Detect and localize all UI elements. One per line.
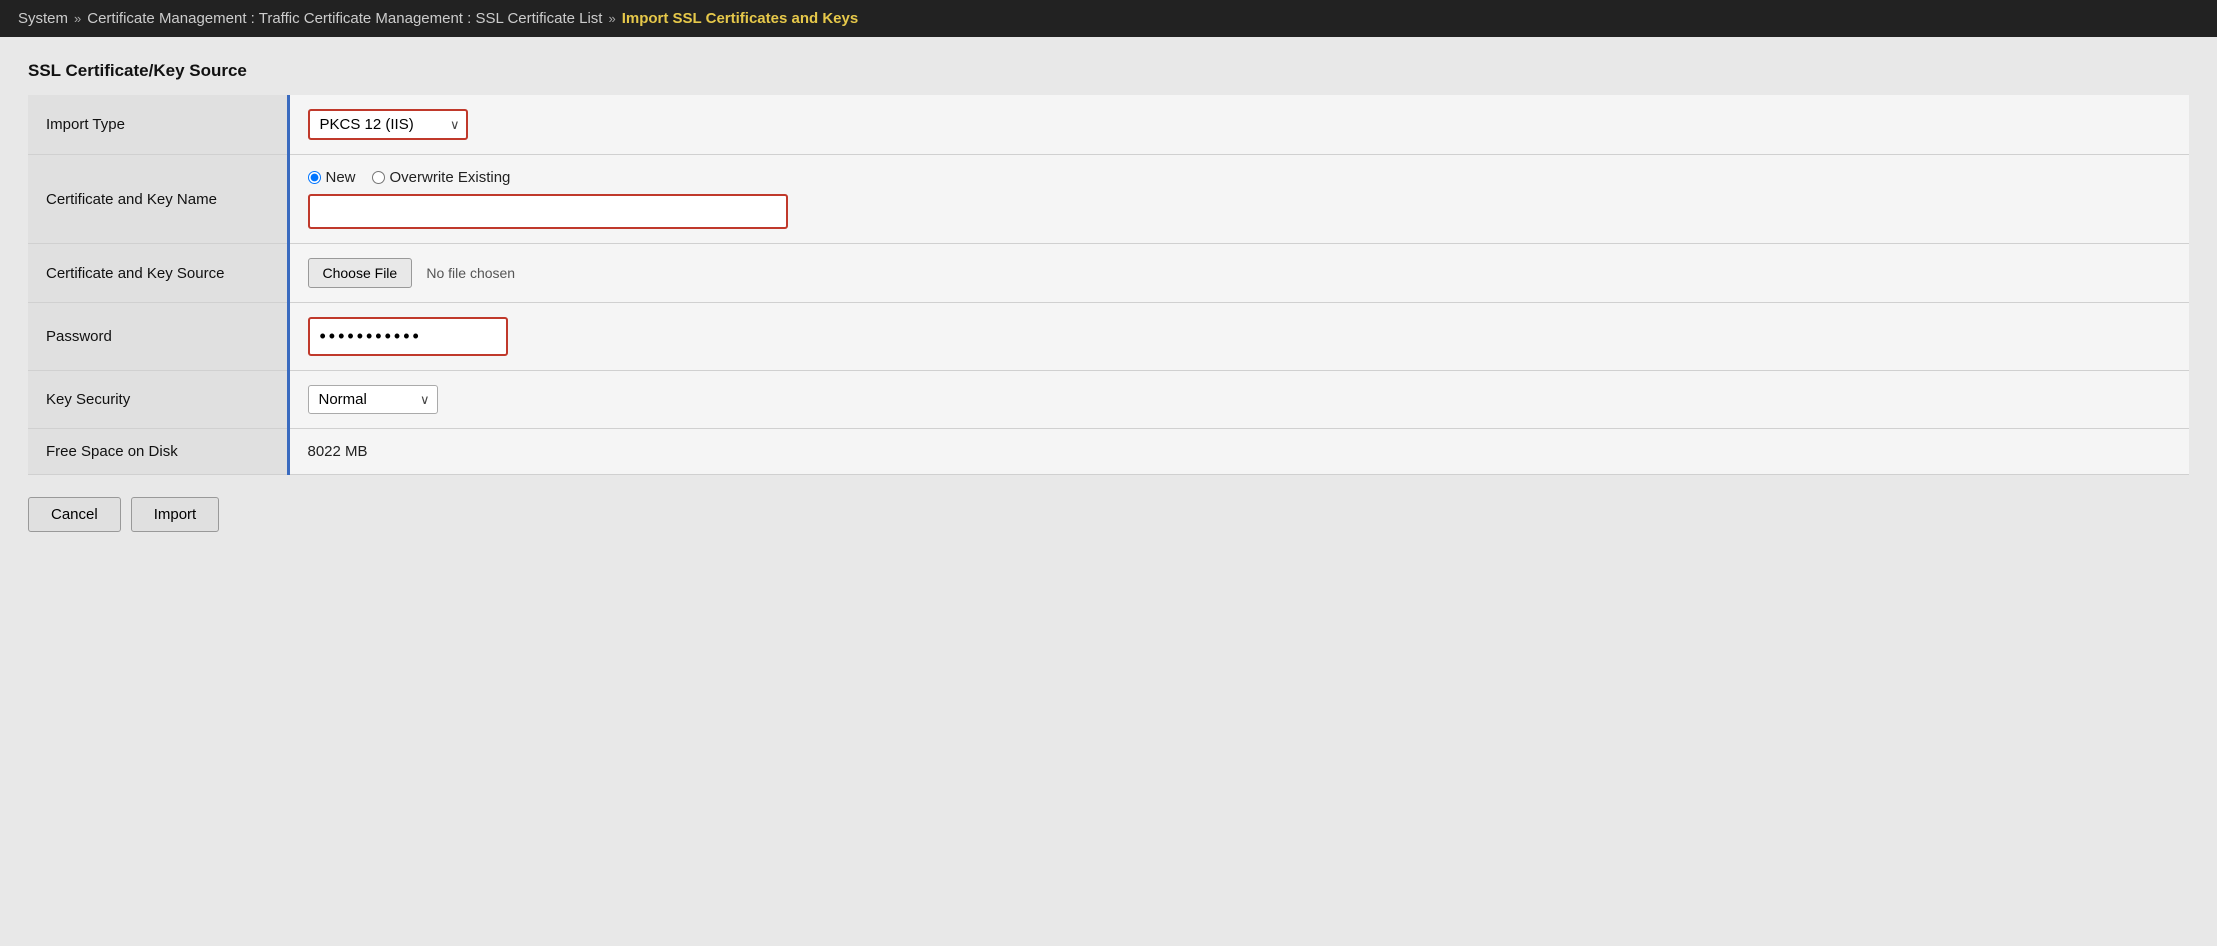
no-file-text: No file chosen	[426, 265, 515, 281]
radio-group: New Overwrite Existing	[308, 169, 2172, 186]
import-type-row: Import Type Regular PKCS 12 (IIS) PKCS 7	[28, 95, 2189, 155]
radio-new-text: New	[326, 169, 356, 186]
radio-new[interactable]	[308, 171, 321, 184]
import-type-select[interactable]: Regular PKCS 12 (IIS) PKCS 7	[308, 109, 468, 140]
import-type-label: Import Type	[28, 95, 288, 155]
form-table: Import Type Regular PKCS 12 (IIS) PKCS 7…	[28, 95, 2189, 475]
section-title: SSL Certificate/Key Source	[28, 61, 2189, 81]
cert-key-name-label: Certificate and Key Name	[28, 155, 288, 244]
key-security-select[interactable]: Normal High	[308, 385, 438, 414]
key-security-label: Key Security	[28, 371, 288, 429]
radio-overwrite-label[interactable]: Overwrite Existing	[372, 169, 511, 186]
breadcrumb-active: Import SSL Certificates and Keys	[622, 10, 858, 27]
breadcrumb-arrow1: »	[74, 11, 81, 26]
cert-key-source-value-cell: Choose File No file chosen	[288, 244, 2189, 303]
password-value-cell	[288, 303, 2189, 371]
main-content: SSL Certificate/Key Source Import Type R…	[0, 37, 2217, 552]
import-button[interactable]: Import	[131, 497, 220, 532]
choose-file-button[interactable]: Choose File	[308, 258, 413, 288]
cert-key-source-label: Certificate and Key Source	[28, 244, 288, 303]
key-security-select-wrapper[interactable]: Normal High	[308, 385, 438, 414]
import-type-value-cell: Regular PKCS 12 (IIS) PKCS 7	[288, 95, 2189, 155]
breadcrumb: System » Certificate Management : Traffi…	[0, 0, 2217, 37]
password-label: Password	[28, 303, 288, 371]
radio-new-label[interactable]: New	[308, 169, 356, 186]
free-space-row: Free Space on Disk 8022 MB	[28, 429, 2189, 475]
footer-buttons: Cancel Import	[28, 497, 2189, 532]
cert-key-name-row: Certificate and Key Name New Overwrite E…	[28, 155, 2189, 244]
import-type-select-wrapper[interactable]: Regular PKCS 12 (IIS) PKCS 7	[308, 109, 468, 140]
breadcrumb-system: System	[18, 10, 68, 27]
cert-name-input[interactable]: Contoso_SAML_Cert	[308, 194, 788, 229]
radio-overwrite-text: Overwrite Existing	[390, 169, 511, 186]
cert-key-name-value-cell: New Overwrite Existing Contoso_SAML_Cert	[288, 155, 2189, 244]
free-space-value-cell: 8022 MB	[288, 429, 2189, 475]
breadcrumb-arrow2: »	[608, 11, 615, 26]
password-input[interactable]	[308, 317, 508, 356]
cert-key-source-row: Certificate and Key Source Choose File N…	[28, 244, 2189, 303]
key-security-row: Key Security Normal High	[28, 371, 2189, 429]
radio-overwrite[interactable]	[372, 171, 385, 184]
breadcrumb-cert-management: Certificate Management : Traffic Certifi…	[87, 10, 602, 27]
password-row: Password	[28, 303, 2189, 371]
key-security-value-cell: Normal High	[288, 371, 2189, 429]
free-space-value: 8022 MB	[308, 443, 368, 460]
free-space-label: Free Space on Disk	[28, 429, 288, 475]
cancel-button[interactable]: Cancel	[28, 497, 121, 532]
